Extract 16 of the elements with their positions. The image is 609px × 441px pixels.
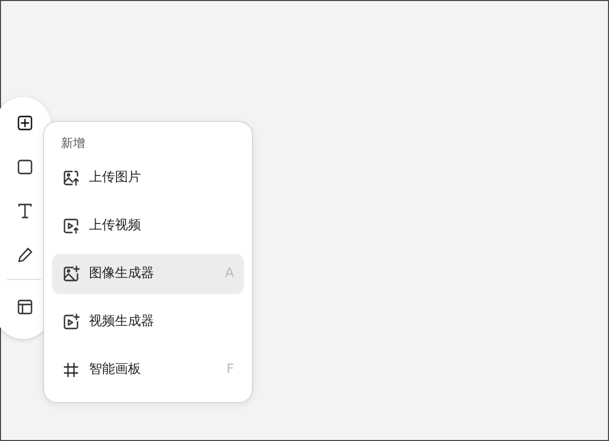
square-icon — [16, 158, 34, 176]
shortcut-key: F — [226, 360, 234, 380]
image-sparkle-icon — [62, 265, 80, 283]
image-upload-icon — [62, 169, 80, 187]
menu-title: 新增 — [60, 135, 86, 152]
menu-item[interactable]: 视频生成器 — [52, 302, 244, 342]
pencil-icon — [16, 246, 34, 264]
layout-icon — [16, 298, 34, 316]
text-icon — [16, 202, 34, 220]
menu-item[interactable]: 智能画板 F — [52, 350, 244, 390]
grid-icon — [62, 361, 80, 379]
video-upload-icon — [62, 217, 80, 235]
add-icon — [16, 114, 34, 132]
menu-item[interactable]: 上传图片 — [52, 158, 244, 198]
menu-item[interactable]: 上传视频 — [52, 206, 244, 246]
video-sparkle-icon — [62, 313, 80, 331]
